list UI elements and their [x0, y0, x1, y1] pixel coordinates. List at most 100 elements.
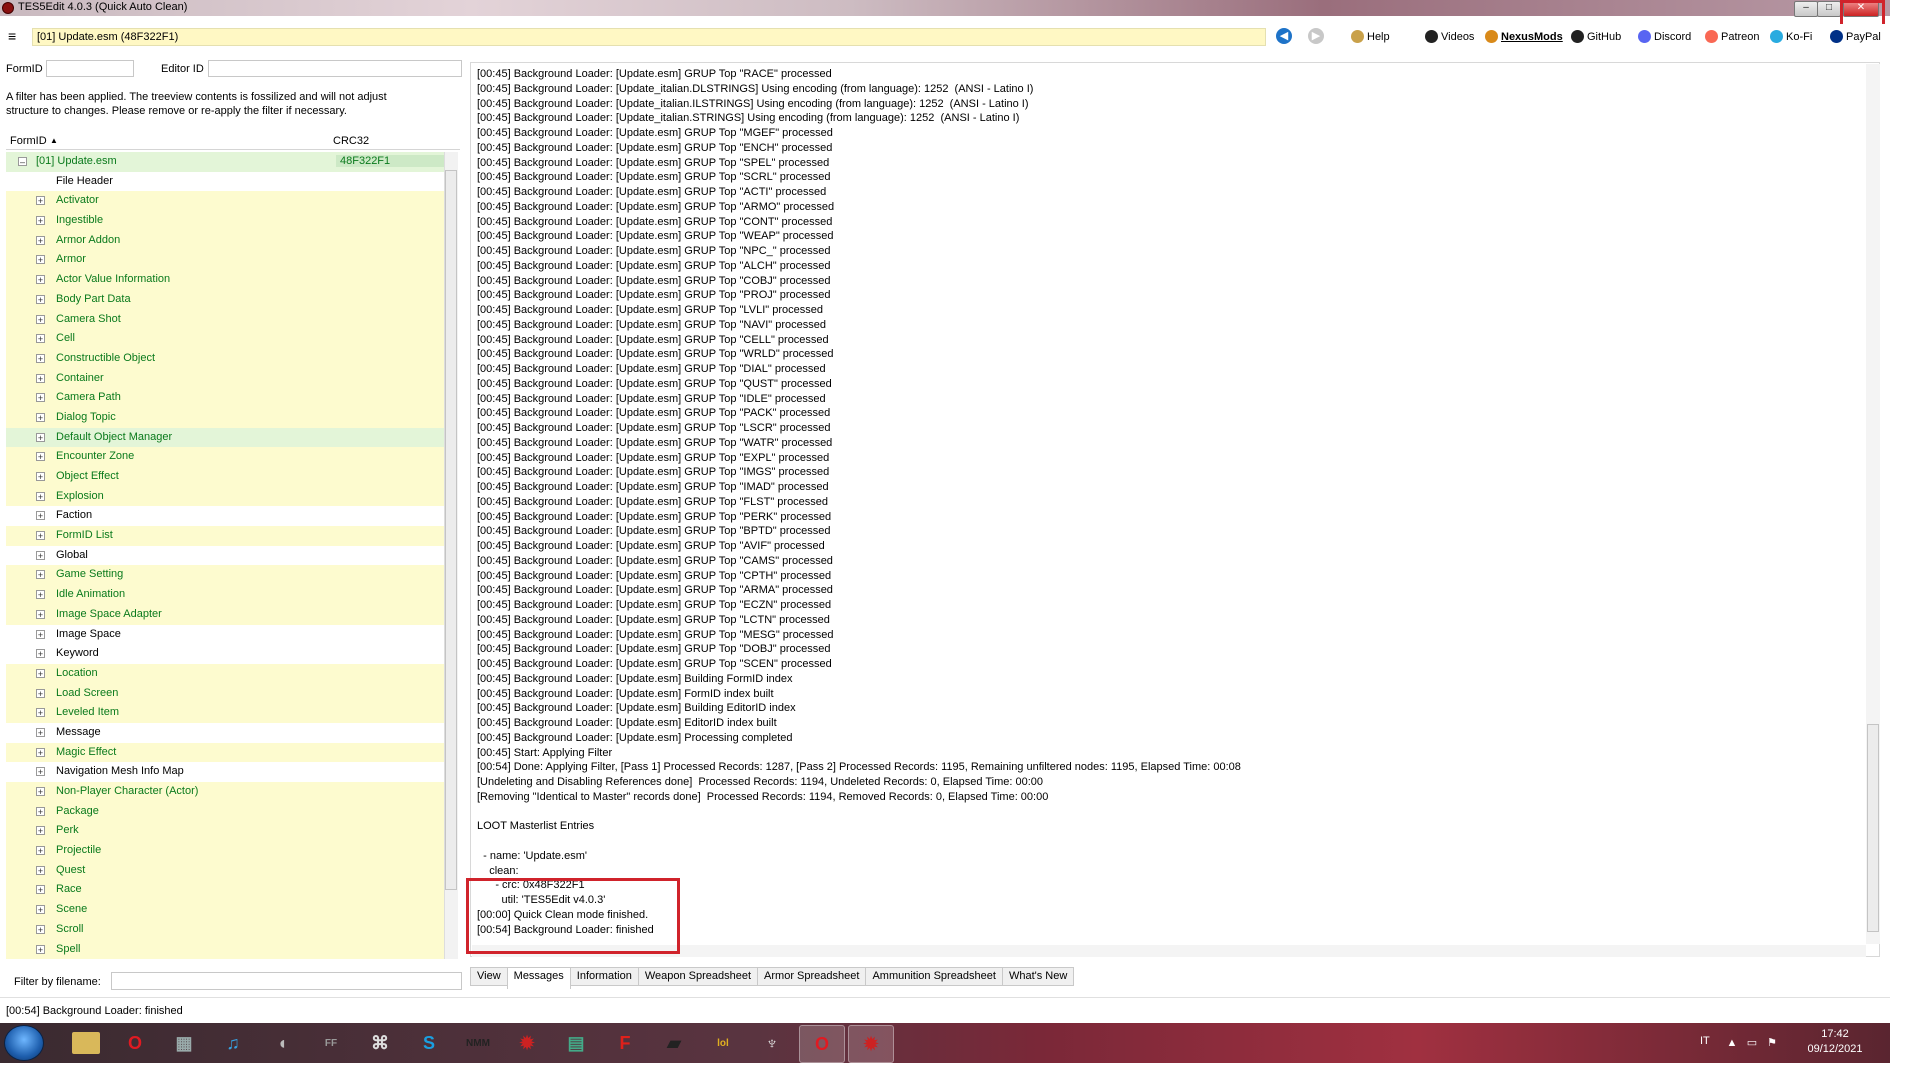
tree-row[interactable]: + Body Part Data	[6, 289, 444, 310]
tree-row[interactable]: + Ingestible	[6, 211, 444, 231]
expand-icon[interactable]: +	[36, 865, 45, 875]
toolbar-link-nexusmods[interactable]: NexusMods	[1485, 30, 1563, 43]
expand-icon[interactable]: +	[36, 314, 45, 324]
expand-icon[interactable]: +	[36, 294, 45, 304]
tab-armor-spreadsheet[interactable]: Armor Spreadsheet	[757, 967, 867, 986]
tree-row[interactable]: + Magic Effect	[6, 742, 444, 763]
tree-row[interactable]: + Package	[6, 801, 444, 822]
taskbar-lol-icon[interactable]: lol	[701, 1025, 745, 1061]
tree-row[interactable]: + Image Space Adapter	[6, 604, 444, 625]
tree-row[interactable]: + Scroll	[6, 919, 444, 940]
col-formid-header[interactable]: FormID	[10, 135, 47, 147]
minimize-button[interactable]: –	[1794, 1, 1818, 17]
tree-row[interactable]: + Spell	[6, 939, 444, 959]
expand-icon[interactable]: +	[36, 826, 45, 836]
expand-icon[interactable]: +	[36, 806, 45, 816]
expand-icon[interactable]: +	[36, 531, 45, 541]
tree-row[interactable]: + Image Space	[6, 624, 444, 645]
tree-row[interactable]: + Camera Shot	[6, 309, 444, 330]
tree-row[interactable]: + Message	[6, 722, 444, 743]
messages-panel[interactable]: [00:45] Background Loader: [Update.esm] …	[470, 62, 1880, 957]
expand-icon[interactable]: +	[36, 590, 45, 600]
tree-row[interactable]: File Header	[6, 171, 444, 192]
tray-arrow-icon[interactable]: ▲	[1726, 1037, 1738, 1049]
expand-icon[interactable]: +	[36, 846, 45, 856]
expand-icon[interactable]: +	[36, 570, 45, 580]
taskbar-nmm-icon[interactable]: NMM	[456, 1025, 500, 1061]
tree-row[interactable]: + Cell	[6, 329, 444, 349]
expand-icon[interactable]: +	[36, 235, 45, 245]
tree-row[interactable]: + Actor Value Information	[6, 270, 444, 290]
collapse-icon[interactable]: –	[18, 157, 27, 167]
tree-row[interactable]: + Encounter Zone	[6, 447, 444, 467]
tree-row[interactable]: + Load Screen	[6, 683, 444, 704]
tree-row[interactable]: + Constructible Object	[6, 348, 444, 369]
expand-icon[interactable]: +	[36, 511, 45, 521]
taskbar-skype-icon[interactable]: S	[407, 1025, 451, 1061]
record-tree[interactable]: – [01] Update.esm 48F322F1 File Header + A…	[6, 152, 444, 959]
tree-row[interactable]: + Location	[6, 663, 444, 684]
forward-nav-icon[interactable]: ▶	[1308, 28, 1324, 44]
taskbar-f-app-icon[interactable]: F	[603, 1025, 647, 1061]
toolbar-link-help[interactable]: Help	[1351, 30, 1390, 43]
tree-row[interactable]: + Container	[6, 368, 444, 389]
expand-icon[interactable]: +	[36, 649, 45, 659]
taskbar-skyrim-icon[interactable]: ♆	[750, 1025, 794, 1061]
expand-icon[interactable]: +	[36, 787, 45, 797]
tree-scroll-thumb[interactable]	[445, 170, 457, 890]
expand-icon[interactable]: +	[36, 393, 45, 403]
toolbar-link-ko-fi[interactable]: Ko-Fi	[1770, 30, 1812, 43]
tab-what-s-new[interactable]: What's New	[1001, 967, 1075, 986]
tree-row[interactable]: + Dialog Topic	[6, 407, 444, 428]
tree-row[interactable]: + Projectile	[6, 841, 444, 861]
filter-by-filename-input[interactable]	[111, 972, 462, 990]
editorid-input[interactable]	[208, 60, 462, 77]
start-button[interactable]	[4, 1025, 44, 1061]
taskbar-music-icon[interactable]: ♫	[211, 1025, 255, 1061]
expand-icon[interactable]: +	[36, 196, 45, 206]
expand-icon[interactable]: +	[36, 216, 45, 226]
language-indicator[interactable]: IT	[1700, 1035, 1710, 1047]
network-icon[interactable]: ▭	[1746, 1037, 1758, 1049]
tray-clock[interactable]: 17:42 09/12/2021	[1800, 1027, 1870, 1057]
taskbar-tes5edit-icon[interactable]: ✹	[848, 1025, 894, 1063]
tab-messages[interactable]: Messages	[506, 967, 571, 989]
expand-icon[interactable]: +	[36, 944, 45, 954]
tree-row[interactable]: + Leveled Item	[6, 703, 444, 723]
tree-row[interactable]: + Object Effect	[6, 467, 444, 487]
tree-row[interactable]: + Armor	[6, 250, 444, 271]
expand-icon[interactable]: +	[36, 353, 45, 363]
taskbar-ff-icon[interactable]: FF	[309, 1025, 353, 1061]
taskbar-opera-active-icon[interactable]: O	[799, 1025, 845, 1063]
toolbar-link-videos[interactable]: Videos	[1425, 30, 1474, 43]
toolbar-link-patreon[interactable]: Patreon	[1705, 30, 1760, 43]
col-crc32-header[interactable]: CRC32	[333, 135, 369, 147]
taskbar-speaker-icon[interactable]: ◖	[260, 1025, 304, 1061]
tree-row[interactable]: + FormID List	[6, 526, 444, 546]
expand-icon[interactable]: +	[36, 334, 45, 344]
expand-icon[interactable]: +	[36, 885, 45, 895]
tree-row[interactable]: + Armor Addon	[6, 230, 444, 251]
tree-row[interactable]: + Quest	[6, 860, 444, 881]
taskbar-notepad-icon[interactable]: ▤	[554, 1025, 598, 1061]
tab-weapon-spreadsheet[interactable]: Weapon Spreadsheet	[637, 967, 759, 986]
back-nav-icon[interactable]: ◀	[1276, 28, 1292, 44]
tab-view[interactable]: View	[470, 967, 508, 986]
expand-icon[interactable]: +	[36, 432, 45, 442]
expand-icon[interactable]: +	[36, 747, 45, 757]
tree-root-row[interactable]: – [01] Update.esm 48F322F1	[6, 152, 444, 172]
taskbar-opera-icon[interactable]: O	[113, 1025, 157, 1061]
expand-icon[interactable]: +	[36, 688, 45, 698]
messages-horizontal-scrollbar[interactable]	[472, 945, 1866, 957]
tree-row[interactable]: + Activator	[6, 191, 444, 212]
taskbar-media-center-icon[interactable]: ▦	[162, 1025, 206, 1061]
expand-icon[interactable]: +	[36, 629, 45, 639]
expand-icon[interactable]: +	[36, 275, 45, 285]
taskbar-app-icon[interactable]: ⌘	[358, 1025, 402, 1061]
toolbar-link-github[interactable]: GitHub	[1571, 30, 1621, 43]
expand-icon[interactable]: +	[36, 609, 45, 619]
expand-icon[interactable]: +	[36, 708, 45, 718]
expand-icon[interactable]: +	[36, 255, 45, 265]
tree-row[interactable]: + Race	[6, 880, 444, 901]
toolbar-link-paypal[interactable]: PayPal	[1830, 30, 1881, 43]
